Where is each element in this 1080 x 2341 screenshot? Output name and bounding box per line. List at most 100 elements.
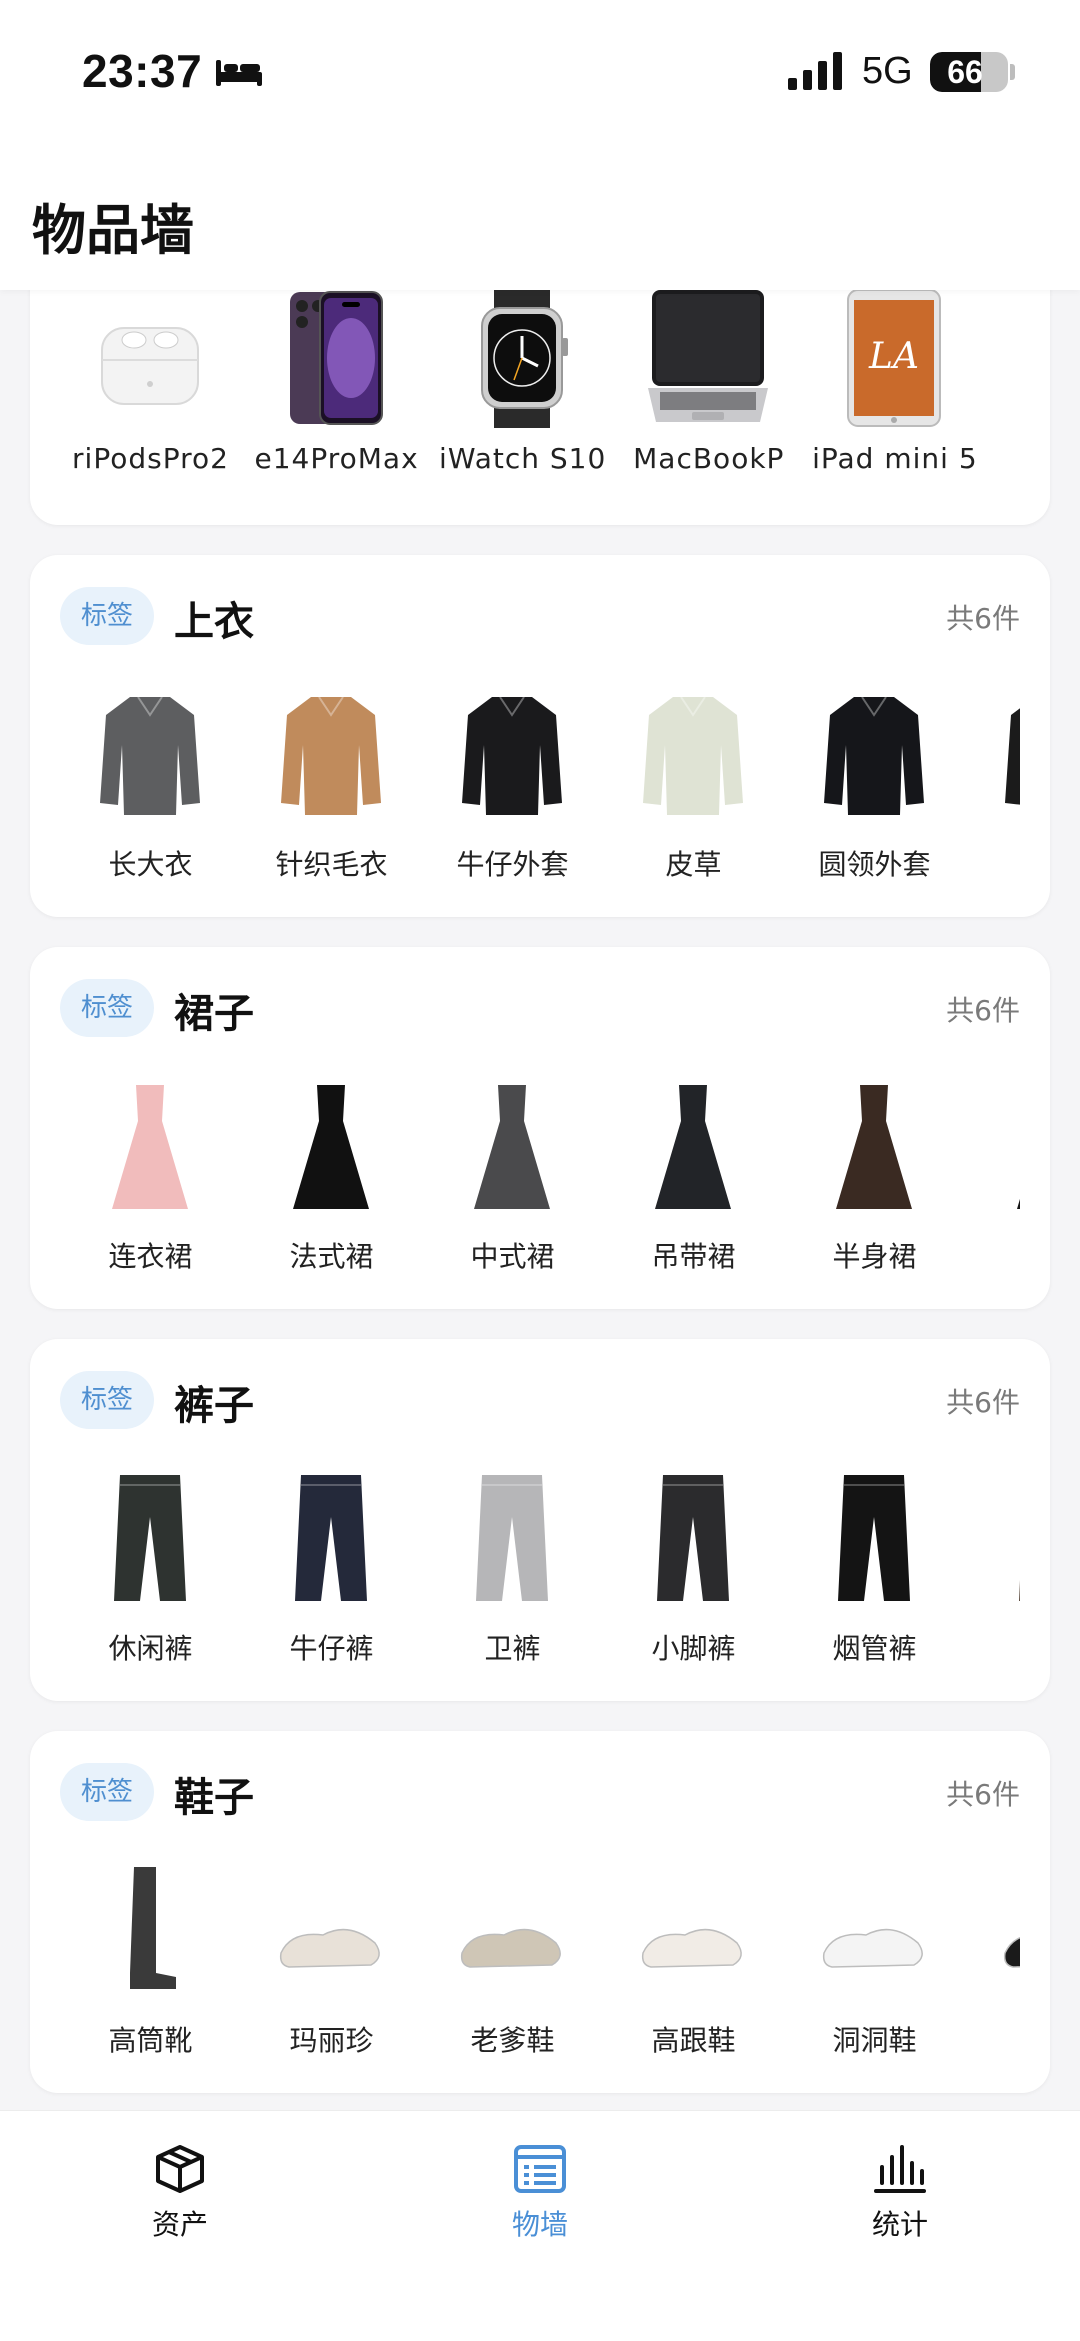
- item-count: 共6件: [946, 1778, 1020, 1811]
- item-label: 老爹鞋: [470, 2024, 555, 2057]
- iphone-image: [290, 291, 384, 425]
- tag-badge[interactable]: 标签: [60, 979, 154, 1037]
- item-count: 共6件: [946, 994, 1020, 1027]
- item-card[interactable]: 乐: [965, 1851, 1020, 2091]
- cellular-signal-icon: [788, 52, 842, 90]
- item-card[interactable]: 牛仔外套: [422, 675, 603, 915]
- card-header[interactable]: 标签 裙子 共6件: [30, 947, 1050, 1067]
- item-image: [295, 1475, 367, 1601]
- item-image: [641, 1928, 742, 1968]
- watch-image: [481, 288, 569, 428]
- item-image: [838, 1475, 910, 1601]
- item-label: 高跟鞋: [651, 2024, 736, 2057]
- item-card[interactable]: 高跟鞋: [603, 1851, 784, 2091]
- tab-wall[interactable]: 物墙: [460, 2141, 620, 2261]
- item-card[interactable]: 玛丽珍: [241, 1851, 422, 2091]
- item-label: 连衣裙: [108, 1240, 193, 1273]
- item-label: 工: [965, 1627, 1020, 1667]
- tab-bar: 资产 物墙 统计: [0, 2110, 1080, 2341]
- category-card[interactable]: 标签上衣 共6件长大衣 针织毛衣 牛仔外套 皮草 圆领外套 皮: [30, 555, 1050, 917]
- item-card[interactable]: 半身裙: [784, 1067, 965, 1307]
- item-image: [657, 1475, 729, 1601]
- card-header[interactable]: 标签 裤子 共6件: [30, 1339, 1050, 1459]
- category-card[interactable]: 标签鞋子 共6件高筒靴 玛丽珍 老爹鞋 高跟鞋 洞洞鞋 乐: [30, 1731, 1050, 2093]
- item-card[interactable]: 长大衣: [60, 675, 241, 915]
- item-label: 圆领外套: [818, 848, 931, 881]
- category-card[interactable]: 标签裙子 共6件连衣裙 法式裙 中式裙 吊带裙 半身裙 西: [30, 947, 1050, 1309]
- item-card[interactable]: 小脚裤: [603, 1459, 784, 1699]
- item-card[interactable]: 工: [965, 1459, 1020, 1699]
- item-image: [655, 1085, 731, 1209]
- network-label: 5G: [862, 50, 913, 92]
- device-label: riPodsPro2: [72, 442, 229, 475]
- item-label: 吊带裙: [651, 1240, 736, 1273]
- item-card[interactable]: 洞洞鞋: [784, 1851, 965, 2091]
- items-row[interactable]: 长大衣 针织毛衣 牛仔外套 皮草 圆领外套 皮: [60, 675, 1020, 915]
- item-image: [114, 1475, 186, 1601]
- device-item-watch[interactable]: iWatch S10: [432, 288, 613, 518]
- airpods-image: [101, 327, 199, 405]
- item-card[interactable]: 西: [965, 1067, 1020, 1307]
- devices-row[interactable]: riPodsPro2 e14ProMax iWatch S10 MacBookP…: [60, 288, 1020, 518]
- item-image: [112, 1085, 188, 1209]
- tag-badge[interactable]: 标签: [60, 587, 154, 645]
- item-label: 牛仔裤: [289, 1632, 374, 1665]
- item-label: 烟管裤: [832, 1632, 917, 1665]
- item-label: 中式裙: [470, 1240, 555, 1273]
- item-card[interactable]: 皮草: [603, 675, 784, 915]
- device-item-iphone[interactable]: e14ProMax: [246, 288, 427, 518]
- item-card[interactable]: 圆领外套: [784, 675, 965, 915]
- items-row[interactable]: 休闲裤 牛仔裤 卫裤 小脚裤 烟管裤 工: [60, 1459, 1020, 1699]
- items-row[interactable]: 高筒靴 玛丽珍 老爹鞋 高跟鞋 洞洞鞋 乐: [60, 1851, 1020, 2091]
- tab-assets[interactable]: 资产: [100, 2141, 260, 2261]
- item-image: [474, 1085, 550, 1209]
- battery-cap: [1010, 64, 1015, 80]
- item-card[interactable]: 休闲裤: [60, 1459, 241, 1699]
- tab-stats[interactable]: 统计: [820, 2141, 980, 2261]
- card-header[interactable]: 标签 鞋子 共6件: [30, 1731, 1050, 1851]
- item-card[interactable]: 连衣裙: [60, 1067, 241, 1307]
- category-title: 上衣: [174, 599, 254, 645]
- item-card[interactable]: 高筒靴: [60, 1851, 241, 2091]
- ipad-image: LA: [847, 289, 942, 427]
- laptop-image: [648, 290, 769, 422]
- category-title: 裙子: [174, 991, 254, 1037]
- card-header[interactable]: 标签 上衣 共6件: [30, 555, 1050, 675]
- sleep-bed-icon: [216, 60, 262, 86]
- item-label: 洞洞鞋: [832, 2024, 917, 2057]
- item-label: 卫裤: [484, 1632, 541, 1665]
- device-item-ipad[interactable]: LA iPad mini 5: [804, 288, 985, 518]
- tab-label: 统计: [871, 2208, 928, 2241]
- items-row[interactable]: 连衣裙 法式裙 中式裙 吊带裙 半身裙 西: [60, 1067, 1020, 1307]
- item-label: 长大衣: [108, 848, 193, 881]
- tag-badge[interactable]: 标签: [60, 1371, 154, 1429]
- item-image: [279, 1928, 380, 1968]
- item-card[interactable]: 烟管裤: [784, 1459, 965, 1699]
- item-image: [293, 1085, 369, 1209]
- item-count: 共6件: [946, 1386, 1020, 1419]
- item-image: [643, 696, 743, 815]
- tab-label: 物墙: [511, 2208, 568, 2241]
- item-image: [460, 1928, 561, 1968]
- device-item-iphone-2[interactable]: iPh: [990, 288, 1020, 518]
- item-card[interactable]: 针织毛衣: [241, 675, 422, 915]
- item-label: 乐: [965, 2019, 1020, 2059]
- devices-card[interactable]: riPodsPro2 e14ProMax iWatch S10 MacBookP…: [30, 250, 1050, 525]
- item-label: 法式裙: [289, 1240, 374, 1273]
- item-card[interactable]: 牛仔裤: [241, 1459, 422, 1699]
- item-card[interactable]: 卫裤: [422, 1459, 603, 1699]
- item-card[interactable]: 中式裙: [422, 1067, 603, 1307]
- item-card[interactable]: 老爹鞋: [422, 1851, 603, 2091]
- item-image: [1019, 1580, 1020, 1601]
- page-title: 物品墙: [32, 199, 194, 262]
- device-item-airpods[interactable]: riPodsPro2: [60, 288, 241, 518]
- item-card[interactable]: 吊带裙: [603, 1067, 784, 1307]
- cube-icon: [156, 2145, 204, 2193]
- bar-chart-icon: [874, 2145, 926, 2193]
- battery-level: 66: [947, 54, 983, 90]
- device-item-macbook[interactable]: MacBookP: [618, 288, 799, 518]
- tag-badge[interactable]: 标签: [60, 1763, 154, 1821]
- category-card[interactable]: 标签裤子 共6件休闲裤 牛仔裤 卫裤 小脚裤 烟管裤 工: [30, 1339, 1050, 1701]
- item-card[interactable]: 法式裙: [241, 1067, 422, 1307]
- item-card[interactable]: 皮: [965, 675, 1020, 915]
